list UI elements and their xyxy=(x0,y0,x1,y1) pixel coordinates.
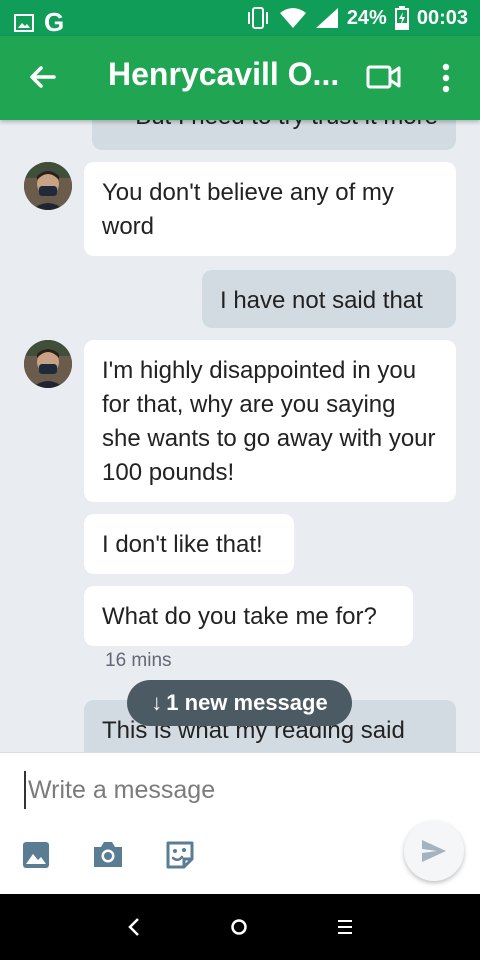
message-incoming[interactable]: What do you take me for? xyxy=(84,586,413,646)
message-text: You don't believe any of my word xyxy=(102,179,394,240)
message-timestamp: 16 mins xyxy=(105,650,172,671)
nav-home-button[interactable] xyxy=(230,918,248,941)
image-icon xyxy=(14,13,34,32)
message-input[interactable]: Write a message xyxy=(24,771,388,809)
sticker-button[interactable] xyxy=(164,839,196,876)
status-bar: G 24% 00:03 xyxy=(0,0,480,37)
app-bar: Henrycavill O... xyxy=(0,36,480,120)
camera-icon xyxy=(94,842,122,867)
message-outgoing[interactable]: I have not said that xyxy=(202,270,456,328)
video-call-button[interactable] xyxy=(366,64,402,95)
message-text: What do you take me for? xyxy=(102,603,377,630)
message-incoming[interactable]: I'm highly disappointed in you for that,… xyxy=(84,340,456,502)
avatar-image xyxy=(24,162,72,210)
new-message-label: 1 new message xyxy=(166,690,328,715)
wifi-icon xyxy=(279,8,306,28)
gallery-button[interactable] xyxy=(22,841,50,874)
google-icon: G xyxy=(44,7,65,37)
message-text: I have not said that xyxy=(220,287,423,314)
message-outgoing[interactable]: But I need to try trust it more xyxy=(92,120,456,150)
video-call-icon xyxy=(366,65,401,89)
sticker-icon xyxy=(166,841,194,869)
camera-button[interactable] xyxy=(92,839,124,874)
message-text: I don't like that! xyxy=(102,531,263,558)
vibrate-icon xyxy=(247,7,268,29)
nav-recents-button[interactable] xyxy=(336,918,354,941)
new-message-pill[interactable]: ↓ 1 new message xyxy=(127,680,352,726)
nav-back-icon xyxy=(128,918,139,936)
gallery-icon xyxy=(23,842,49,868)
conversation-title[interactable]: Henrycavill O... xyxy=(108,56,339,93)
more-options-button[interactable] xyxy=(436,62,456,94)
signal-icon xyxy=(315,8,338,28)
back-button[interactable] xyxy=(24,60,60,96)
message-text: I'm highly disappointed in you for that,… xyxy=(102,357,436,486)
battery-percent: 24% xyxy=(346,6,387,29)
nav-back-button[interactable] xyxy=(127,916,141,943)
message-incoming[interactable]: You don't believe any of my word xyxy=(84,162,456,256)
avatar[interactable] xyxy=(24,162,72,210)
down-arrow-icon: ↓ xyxy=(151,690,163,715)
send-icon xyxy=(422,840,446,862)
message-list[interactable]: But I need to try trust it more You don'… xyxy=(0,120,480,752)
nav-recents-icon xyxy=(338,920,352,934)
message-incoming[interactable]: I don't like that! xyxy=(84,514,294,574)
clock: 00:03 xyxy=(416,6,468,29)
system-navigation-bar xyxy=(0,894,480,960)
avatar[interactable] xyxy=(24,340,72,388)
back-arrow-icon xyxy=(30,66,56,88)
message-text: But I need to try trust it more xyxy=(135,120,438,130)
avatar-image xyxy=(24,340,72,388)
send-button[interactable] xyxy=(404,821,464,881)
nav-home-icon xyxy=(231,919,247,935)
message-composer: Write a message xyxy=(0,752,480,895)
battery-icon xyxy=(394,6,409,30)
more-vert-icon xyxy=(442,63,450,93)
